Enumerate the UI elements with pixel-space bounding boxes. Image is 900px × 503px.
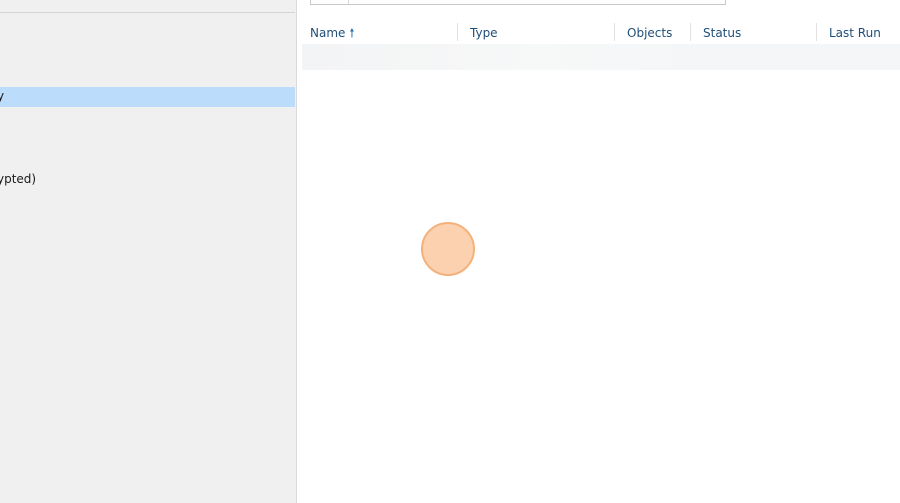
tree-item-encrypted[interactable]: ypted): [0, 170, 295, 190]
column-header-last-run[interactable]: Last Run: [829, 25, 881, 43]
column-header-label: Name: [310, 26, 346, 40]
column-separator[interactable]: [614, 23, 615, 41]
column-header-name[interactable]: Name 🠕: [310, 25, 355, 43]
column-separator[interactable]: [816, 23, 817, 41]
column-header-type[interactable]: Type: [470, 25, 498, 43]
tree-top-border: [0, 12, 295, 13]
navigation-tree-pane: y ypted): [0, 0, 297, 503]
sort-ascending-icon: 🠕: [349, 26, 355, 40]
column-header-label: Status: [703, 26, 742, 40]
column-header-label: Last Run: [829, 26, 881, 40]
column-separator[interactable]: [457, 23, 458, 41]
column-header-label: Objects: [627, 26, 673, 40]
app-window: y ypted) Name🠕 Type Objects Status Last …: [0, 0, 900, 503]
column-header-objects[interactable]: Objects: [627, 25, 672, 43]
column-header-status[interactable]: Status: [703, 25, 741, 43]
tree-item-selected[interactable]: y: [0, 87, 295, 107]
jobs-list-pane: Name 🠕 Type Objects Status Last Run: [297, 0, 900, 503]
column-separator[interactable]: [690, 23, 691, 41]
click-indicator-icon: [421, 222, 475, 276]
tree-item-label: y: [0, 86, 4, 106]
tree-item-label: ypted): [0, 172, 37, 186]
filter-toolbar[interactable]: [310, 0, 726, 5]
column-header-label: Type: [470, 26, 498, 40]
filter-divider: [348, 0, 349, 4]
table-row-placeholder: [302, 44, 900, 70]
